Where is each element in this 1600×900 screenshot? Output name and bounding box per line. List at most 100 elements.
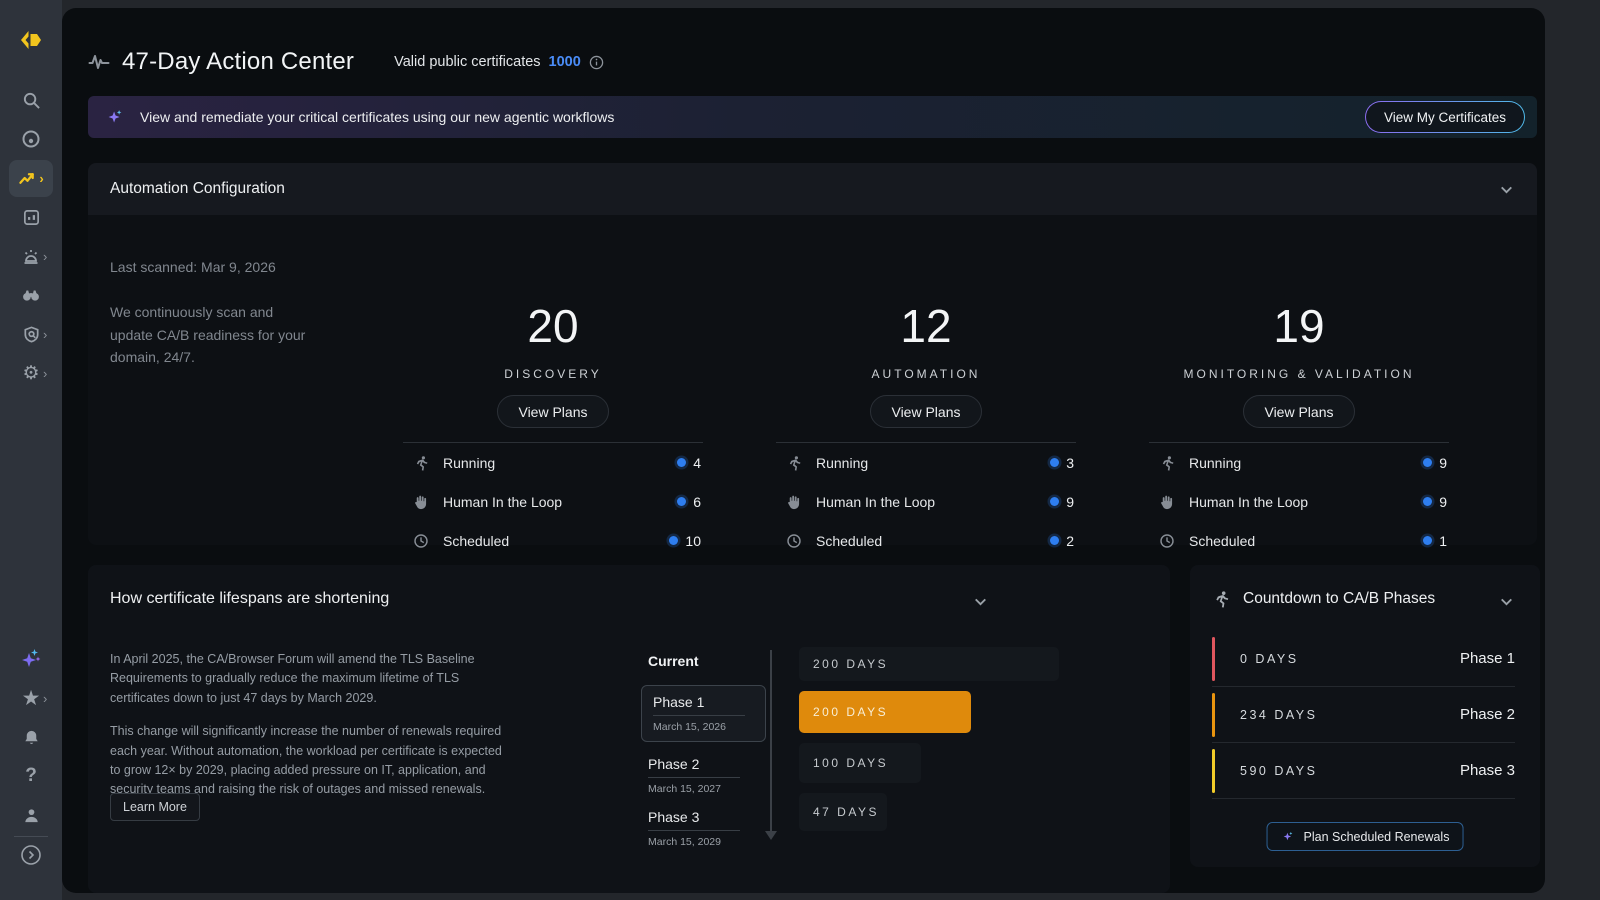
help-icon[interactable]: ? xyxy=(0,762,62,790)
learn-more-button[interactable]: Learn More xyxy=(110,793,200,821)
target-icon[interactable] xyxy=(0,125,62,153)
sparkles-icon[interactable] xyxy=(0,642,62,674)
stat-label: AUTOMATION xyxy=(776,367,1076,381)
clock-icon xyxy=(786,533,804,549)
shield-search-icon[interactable] xyxy=(0,320,62,348)
search-icon[interactable] xyxy=(0,86,62,114)
hitl-row: Human In the Loop 9 xyxy=(776,482,1076,521)
phase-color-bar xyxy=(1212,637,1215,681)
main-panel: 47-Day Action Center Valid public certif… xyxy=(62,8,1545,893)
view-my-certificates-button[interactable]: View My Certificates xyxy=(1365,101,1525,133)
phase-date: March 15, 2029 xyxy=(648,831,755,848)
gear-icon[interactable]: ⚙ xyxy=(0,359,62,387)
running-label: Running xyxy=(1189,455,1241,471)
status-dot xyxy=(1423,497,1432,506)
status-dot xyxy=(677,497,686,506)
sparkle-icon xyxy=(104,106,126,128)
countdown-row: 0 DAYS Phase 1 xyxy=(1212,631,1515,687)
lifespan-bar: 47 DAYS xyxy=(799,793,887,831)
sparkle-icon xyxy=(1281,829,1296,844)
phase-item[interactable]: Phase 2 March 15, 2027 xyxy=(641,756,766,795)
chevron-right-icon: › xyxy=(43,249,47,264)
scheduled-label: Scheduled xyxy=(816,533,882,549)
stat-label: DISCOVERY xyxy=(403,367,703,381)
scheduled-row: Scheduled 2 xyxy=(776,521,1076,560)
lifespans-title: How certificate lifespans are shortening xyxy=(110,590,389,608)
binoculars-icon[interactable] xyxy=(0,281,62,309)
runner-icon xyxy=(413,455,431,471)
scheduled-count: 1 xyxy=(1439,533,1447,549)
running-row: Running 3 xyxy=(776,443,1076,482)
plan-scheduled-renewals-button[interactable]: Plan Scheduled Renewals xyxy=(1267,822,1464,851)
chevron-down-icon[interactable] xyxy=(972,593,989,610)
star-icon[interactable]: ★ xyxy=(0,684,62,712)
view-plans-button[interactable]: View Plans xyxy=(497,395,608,428)
running-count: 3 xyxy=(1066,455,1074,471)
runner-icon xyxy=(1212,590,1230,608)
automation-trend-icon xyxy=(18,170,37,187)
phase-name: Phase 2 xyxy=(648,756,740,778)
automation-configuration-body: Last scanned: Mar 9, 2026 We continuousl… xyxy=(88,215,1537,545)
scheduled-count: 10 xyxy=(685,533,701,549)
countdown-row: 234 DAYS Phase 2 xyxy=(1212,687,1515,743)
status-dot xyxy=(1050,536,1059,545)
logo-icon xyxy=(14,23,48,57)
running-row: Running 4 xyxy=(403,443,703,482)
chart-board-icon[interactable] xyxy=(0,203,62,231)
status-dot xyxy=(1423,458,1432,467)
running-row: Running 9 xyxy=(1149,443,1449,482)
stat-column-monitoring: 19 MONITORING & VALIDATION View Plans Ru… xyxy=(1149,215,1449,560)
stat-column-discovery: 20 DISCOVERY View Plans Running 4 Human … xyxy=(403,215,703,560)
phase-item[interactable]: Phase 3 March 15, 2029 xyxy=(641,809,766,848)
user-icon[interactable] xyxy=(0,801,62,829)
timeline-arrow xyxy=(770,650,772,836)
phase-color-bar xyxy=(1212,749,1215,793)
app-logo[interactable] xyxy=(0,16,62,64)
view-plans-button[interactable]: View Plans xyxy=(1243,395,1354,428)
running-label: Running xyxy=(443,455,495,471)
hitl-row: Human In the Loop 6 xyxy=(403,482,703,521)
countdown-phase: Phase 2 xyxy=(1460,706,1515,723)
clock-icon xyxy=(1159,533,1177,549)
lifespans-para-2: This change will significantly increase … xyxy=(110,722,515,800)
stat-count: 19 xyxy=(1149,303,1449,349)
sidebar-item-action-center-active[interactable]: › xyxy=(9,160,53,197)
running-count: 9 xyxy=(1439,455,1447,471)
stat-count: 12 xyxy=(776,303,1076,349)
scheduled-label: Scheduled xyxy=(1189,533,1255,549)
pulse-icon xyxy=(88,52,110,72)
scheduled-label: Scheduled xyxy=(443,533,509,549)
view-plans-button[interactable]: View Plans xyxy=(870,395,981,428)
scan-description: We continuously scan and update CA/B rea… xyxy=(110,301,310,369)
runner-icon xyxy=(786,455,804,471)
page-header: 47-Day Action Center Valid public certif… xyxy=(88,48,604,76)
countdown-rows: 0 DAYS Phase 1 234 DAYS Phase 2 590 DAYS… xyxy=(1212,631,1515,799)
hand-icon xyxy=(1159,494,1177,510)
countdown-header: Countdown to CA/B Phases xyxy=(1212,590,1435,608)
current-label: Current xyxy=(648,653,766,669)
bell-icon[interactable] xyxy=(0,723,62,751)
valid-certs-count[interactable]: 1000 xyxy=(549,54,581,70)
lifespan-bars: 200 DAYS 200 DAYS 100 DAYS 47 DAYS xyxy=(799,647,1059,841)
chevron-down-icon[interactable] xyxy=(1498,181,1515,198)
lifespan-bar: 200 DAYS xyxy=(799,647,1059,681)
chevron-down-icon[interactable] xyxy=(1498,593,1515,610)
automation-configuration-header[interactable]: Automation Configuration xyxy=(88,163,1537,215)
hand-icon xyxy=(786,494,804,510)
status-dot xyxy=(1050,458,1059,467)
hitl-count: 9 xyxy=(1066,494,1074,510)
phase-item-selected[interactable]: Phase 1 March 15, 2026 xyxy=(641,685,766,742)
lifespans-description: In April 2025, the CA/Browser Forum will… xyxy=(110,650,515,800)
valid-certs-label: Valid public certificates xyxy=(394,54,540,70)
lifespans-para-1: In April 2025, the CA/Browser Forum will… xyxy=(110,650,515,708)
scheduled-count: 2 xyxy=(1066,533,1074,549)
expand-icon[interactable] xyxy=(0,842,62,868)
alarm-icon[interactable] xyxy=(0,242,62,270)
countdown-row: 590 DAYS Phase 3 xyxy=(1212,743,1515,799)
automation-configuration-title: Automation Configuration xyxy=(110,180,285,198)
last-scanned-text: Last scanned: Mar 9, 2026 xyxy=(110,259,310,275)
status-dot xyxy=(677,458,686,467)
scan-note: Last scanned: Mar 9, 2026 We continuousl… xyxy=(110,259,310,369)
lifespan-bar: 100 DAYS xyxy=(799,743,921,783)
info-icon[interactable] xyxy=(589,55,604,70)
